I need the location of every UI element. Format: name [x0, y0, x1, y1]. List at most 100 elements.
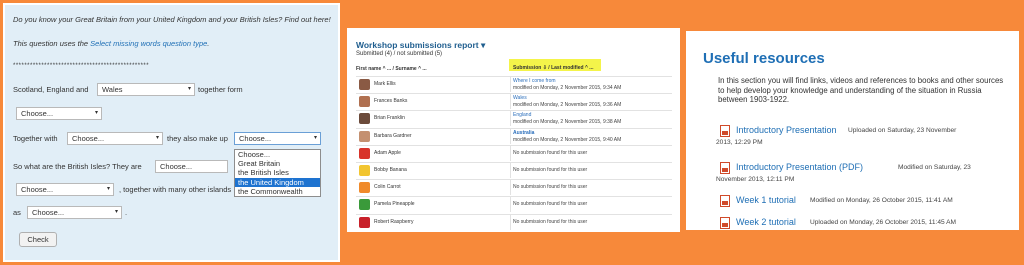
avatar[interactable]	[359, 216, 370, 228]
column-divider	[510, 145, 511, 161]
user-name[interactable]: Barbara Gardner	[374, 133, 412, 139]
user-name[interactable]: Brian Franklin	[374, 115, 405, 121]
table-row: Bobby Banana No submission found for this…	[356, 162, 672, 178]
table-row: Adam Apple No submission found for this u…	[356, 144, 672, 161]
select-value: Wales	[102, 85, 123, 94]
file-icon	[720, 195, 730, 207]
select-blank-4[interactable]: Choose... ▾	[234, 132, 321, 145]
table-row: Frances Banks Wales modified on Monday, 2 …	[356, 93, 672, 110]
no-submission-text: No submission found for this user	[513, 218, 588, 225]
line5-suffix: .	[125, 208, 128, 217]
column-divider	[510, 197, 511, 213]
resource-link[interactable]: Introductory Presentation (PDF)	[736, 162, 863, 172]
select-blank-6[interactable]: Choose... ▾	[16, 183, 114, 196]
user-name[interactable]: Pamela Pineapple	[374, 201, 415, 207]
user-name[interactable]: Mark Ellis	[374, 81, 396, 87]
file-icon	[720, 217, 730, 229]
resource-link[interactable]: Week 2 tutorial	[736, 217, 796, 227]
dropdown-option-highlighted[interactable]: the United Kingdom	[235, 177, 320, 187]
select-value: Choose...	[239, 134, 272, 143]
submission-modified: modified on Monday, 2 November 2015, 9:3…	[513, 119, 622, 126]
line2-middle: they also make up	[167, 134, 228, 143]
avatar[interactable]	[359, 79, 370, 90]
submission-modified: modified on Monday, 2 November 2015, 9:3…	[513, 85, 622, 91]
table-row: Robert Raspberry No submission found for …	[356, 213, 672, 230]
avatar[interactable]	[359, 113, 370, 125]
resource-link[interactable]: Week 1 tutorial	[736, 195, 796, 205]
table-row: Pamela Pineapple No submission found for …	[356, 196, 672, 213]
chevron-down-icon: ▾	[313, 135, 317, 141]
user-name[interactable]: Robert Raspberry	[374, 219, 413, 225]
user-name[interactable]: Adam Apple	[374, 150, 401, 156]
select-value: Choose...	[21, 185, 54, 194]
select-value: Choose...	[160, 162, 193, 171]
submission-title[interactable]: Australia	[513, 130, 534, 136]
resource-link[interactable]: Introductory Presentation	[736, 125, 837, 135]
pdf-file-icon	[720, 162, 730, 174]
line3-prefix: So what are the British Isles? They are	[13, 162, 142, 171]
resource-meta: Modified on Saturday, 23	[898, 164, 971, 171]
workshop-panel: Workshop submissions report ▾ Submitted …	[347, 28, 680, 232]
select-value: Choose...	[32, 208, 65, 217]
line4-suffix: , together with many other islands	[119, 185, 232, 194]
column-header-submission[interactable]: Submission ⇩ / Last modified ^ ...	[509, 59, 601, 71]
avatar[interactable]	[359, 147, 370, 159]
table-row: Mark Ellis Where I come from modified on M…	[356, 76, 672, 92]
section-title: Useful resources	[703, 50, 825, 67]
question-intro: Do you know your Great Britain from your…	[13, 15, 331, 24]
select-blank-1[interactable]: Wales ▾	[97, 83, 195, 96]
chevron-down-icon: ▾	[481, 40, 486, 50]
select-blank-2[interactable]: Choose... ▾	[16, 107, 102, 120]
chevron-down-icon: ▾	[106, 186, 110, 192]
submission-modified: modified on Monday, 2 November 2015, 9:4…	[513, 136, 622, 143]
table-row: Colin Carrot No submission found for this…	[356, 179, 672, 196]
line1-suffix: together form	[198, 85, 243, 94]
line2-prefix: Together with	[13, 134, 58, 143]
dropdown-option[interactable]: Choose...	[235, 150, 320, 159]
line5-prefix: as	[13, 208, 21, 217]
column-header-name[interactable]: First name ^ ... / Surname ^ ...	[356, 66, 427, 72]
dropdown-option[interactable]: Great Britain	[235, 159, 320, 168]
type-prefix: This question uses the	[13, 39, 89, 48]
user-name[interactable]: Bobby Banana	[374, 167, 407, 173]
resource-meta-cont: November 2013, 12:11 PM	[716, 176, 795, 183]
no-submission-text: No submission found for this user	[513, 167, 588, 173]
file-icon	[720, 125, 730, 137]
avatar[interactable]	[359, 199, 370, 211]
dropdown-option[interactable]: the Commonwealth	[235, 187, 320, 196]
select-blank-5[interactable]: Choose...	[155, 160, 228, 173]
select-blank-3[interactable]: Choose... ▾	[67, 132, 163, 145]
submission-title[interactable]: Wales	[513, 95, 527, 101]
type-suffix: .	[207, 39, 210, 48]
question-type-link[interactable]: Select missing words question type	[90, 39, 207, 48]
submission-title[interactable]: England	[513, 112, 531, 118]
column-divider	[510, 163, 511, 178]
column-divider	[510, 128, 511, 144]
submission-modified: modified on Monday, 2 November 2015, 9:3…	[513, 102, 622, 109]
section-intro: In this section you will find links, vid…	[718, 76, 1004, 105]
resources-panel: Useful resources In this section you wil…	[686, 31, 1019, 230]
quiz-panel: Do you know your Great Britain from your…	[3, 3, 340, 262]
select-value: Choose...	[21, 109, 54, 118]
submission-title[interactable]: Where I come from	[513, 78, 556, 84]
avatar[interactable]	[359, 165, 370, 176]
check-button[interactable]: Check	[19, 232, 57, 247]
report-title[interactable]: Workshop submissions report ▾	[356, 40, 485, 51]
dropdown-list[interactable]: Choose... Great Britain the British Isle…	[234, 149, 321, 197]
column-divider	[510, 214, 511, 230]
dropdown-option[interactable]: the British Isles	[235, 168, 320, 177]
chevron-down-icon: ▾	[94, 110, 98, 116]
avatar[interactable]	[359, 130, 370, 142]
resource-meta-cont: 2013, 12:29 PM	[716, 139, 763, 146]
avatar[interactable]	[359, 96, 370, 108]
avatar[interactable]	[359, 182, 370, 194]
report-title-text: Workshop submissions report	[356, 40, 479, 50]
user-name[interactable]: Frances Banks	[374, 98, 407, 104]
resource-meta: Uploaded on Saturday, 23 November	[848, 127, 957, 134]
select-blank-7[interactable]: Choose... ▾	[27, 206, 122, 219]
user-name[interactable]: Colin Carrot	[374, 184, 401, 190]
chevron-down-icon: ▾	[187, 86, 191, 92]
chevron-down-icon: ▾	[114, 209, 118, 215]
no-submission-text: No submission found for this user	[513, 149, 588, 156]
table-row: Barbara Gardner Australia modified on Mond…	[356, 127, 672, 144]
